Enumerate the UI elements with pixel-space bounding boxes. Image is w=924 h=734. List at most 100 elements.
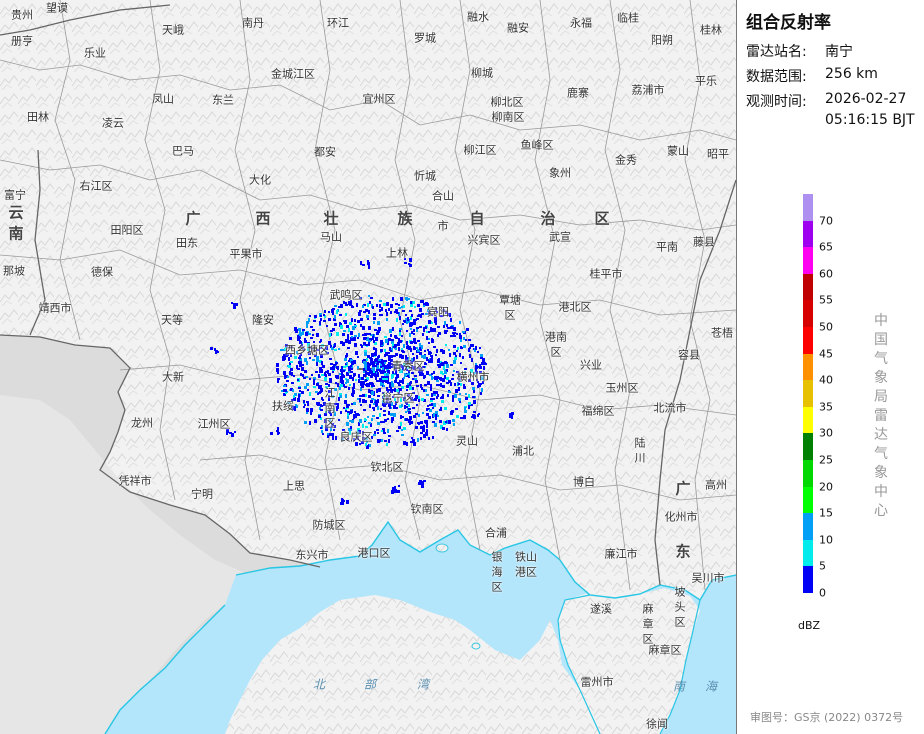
echo-pixel [446, 428, 448, 431]
place-label: 大化 [249, 173, 271, 187]
place-label: 麻章区 [648, 643, 682, 657]
legend-tick: 65 [819, 240, 833, 254]
echo-pixel [336, 409, 338, 411]
echo-pixel [423, 327, 425, 331]
echo-pixel [374, 375, 376, 377]
echo-pixel [382, 378, 385, 380]
echo-pixel [449, 353, 451, 357]
place-label: 港南 [545, 330, 567, 344]
echo-pixel [440, 407, 442, 409]
echo-pixel [317, 393, 319, 395]
echo-pixel [325, 371, 328, 373]
echo-pixel [423, 355, 426, 359]
echo-pixel [427, 381, 430, 385]
place-label: 环江 [327, 16, 349, 30]
legend-tick: 25 [819, 453, 833, 467]
echo-pixel [473, 400, 476, 404]
region-label: 广 [675, 479, 691, 498]
echo-pixel [336, 332, 339, 336]
echo-pixel [296, 405, 298, 408]
echo-pixel [413, 347, 416, 350]
echo-pixel [299, 364, 302, 367]
echo-pixel [451, 326, 453, 328]
echo-pixel [341, 380, 344, 384]
echo-pixel [308, 333, 311, 335]
place-label: 蒙山 [667, 144, 689, 158]
echo-pixel [406, 341, 408, 345]
echo-pixel [345, 313, 347, 316]
echo-pixel [416, 413, 418, 415]
echo-pixel [363, 368, 365, 371]
echo-pixel [335, 375, 338, 378]
echo-pixel [384, 371, 386, 373]
echo-pixel [452, 374, 454, 376]
echo-pixel [316, 358, 319, 362]
echo-pixel [329, 333, 331, 337]
echo-pixel [307, 389, 309, 391]
echo-pixel [368, 422, 371, 424]
place-label: 临桂 [617, 11, 639, 25]
echo-pixel [376, 374, 379, 377]
echo-pixel [371, 418, 373, 421]
echo-pixel [415, 380, 418, 383]
echo-pixel [289, 371, 291, 375]
echo-pixel [409, 386, 412, 390]
place-label: 覃塘 [499, 293, 521, 307]
echo-pixel [354, 411, 356, 413]
echo-pixel [511, 415, 513, 419]
echo-pixel [409, 323, 412, 327]
echo-pixel [337, 403, 339, 406]
echo-pixel [370, 359, 372, 363]
echo-pixel [411, 421, 413, 424]
echo-pixel [372, 415, 375, 417]
echo-pixel [392, 297, 394, 301]
legend-tick: 40 [819, 373, 833, 387]
place-label: 海 [491, 565, 503, 579]
place-label: 南 [324, 401, 336, 415]
echo-pixel [362, 399, 365, 403]
range-row: 数据范围: 256 km [746, 66, 878, 86]
echo-pixel [325, 383, 328, 385]
echo-pixel [396, 430, 399, 432]
echo-pixel [481, 388, 483, 392]
echo-pixel [471, 416, 473, 418]
echo-pixel [310, 409, 313, 411]
echo-pixel [401, 350, 403, 352]
place-label: 章 [642, 617, 654, 631]
echo-pixel [359, 398, 361, 402]
echo-pixel [420, 483, 423, 485]
radar-map[interactable]: 贵州 望谟 天峨 南丹 环江 融水 融安 永福 临桂 桂林 册亨 乐业 罗城 阳朔 金城江区 柳城 平乐 凤山 东兰… [0, 0, 736, 734]
echo-pixel [471, 358, 473, 362]
echo-pixel [387, 352, 390, 354]
echo-pixel [339, 314, 342, 316]
echo-pixel [303, 400, 305, 403]
echo-pixel [405, 355, 407, 358]
echo-pixel [409, 258, 412, 260]
echo-pixel [379, 300, 382, 302]
echo-pixel [385, 365, 388, 369]
echo-pixel [398, 426, 401, 429]
echo-pixel [422, 333, 424, 336]
echo-pixel [358, 333, 360, 337]
echo-pixel [312, 398, 315, 400]
echo-pixel [452, 419, 455, 422]
echo-pixel [369, 333, 371, 335]
echo-pixel [351, 336, 353, 338]
echo-pixel [363, 337, 365, 340]
echo-pixel [447, 327, 450, 329]
echo-pixel [413, 333, 415, 335]
echo-pixel [354, 343, 357, 347]
echo-pixel [377, 372, 379, 374]
echo-pixel [443, 366, 445, 370]
echo-pixel [456, 415, 459, 418]
echo-pixel [339, 322, 341, 324]
echo-pixel [453, 352, 456, 355]
place-label: 区 [504, 308, 516, 322]
echo-pixel [382, 367, 384, 370]
place-label: 金秀 [615, 153, 637, 167]
echo-pixel [383, 432, 386, 434]
echo-pixel [215, 350, 217, 354]
review-number: 审图号：GS京 (2022) 0372号 [750, 711, 904, 724]
echo-pixel [428, 320, 431, 324]
echo-pixel [324, 310, 326, 313]
